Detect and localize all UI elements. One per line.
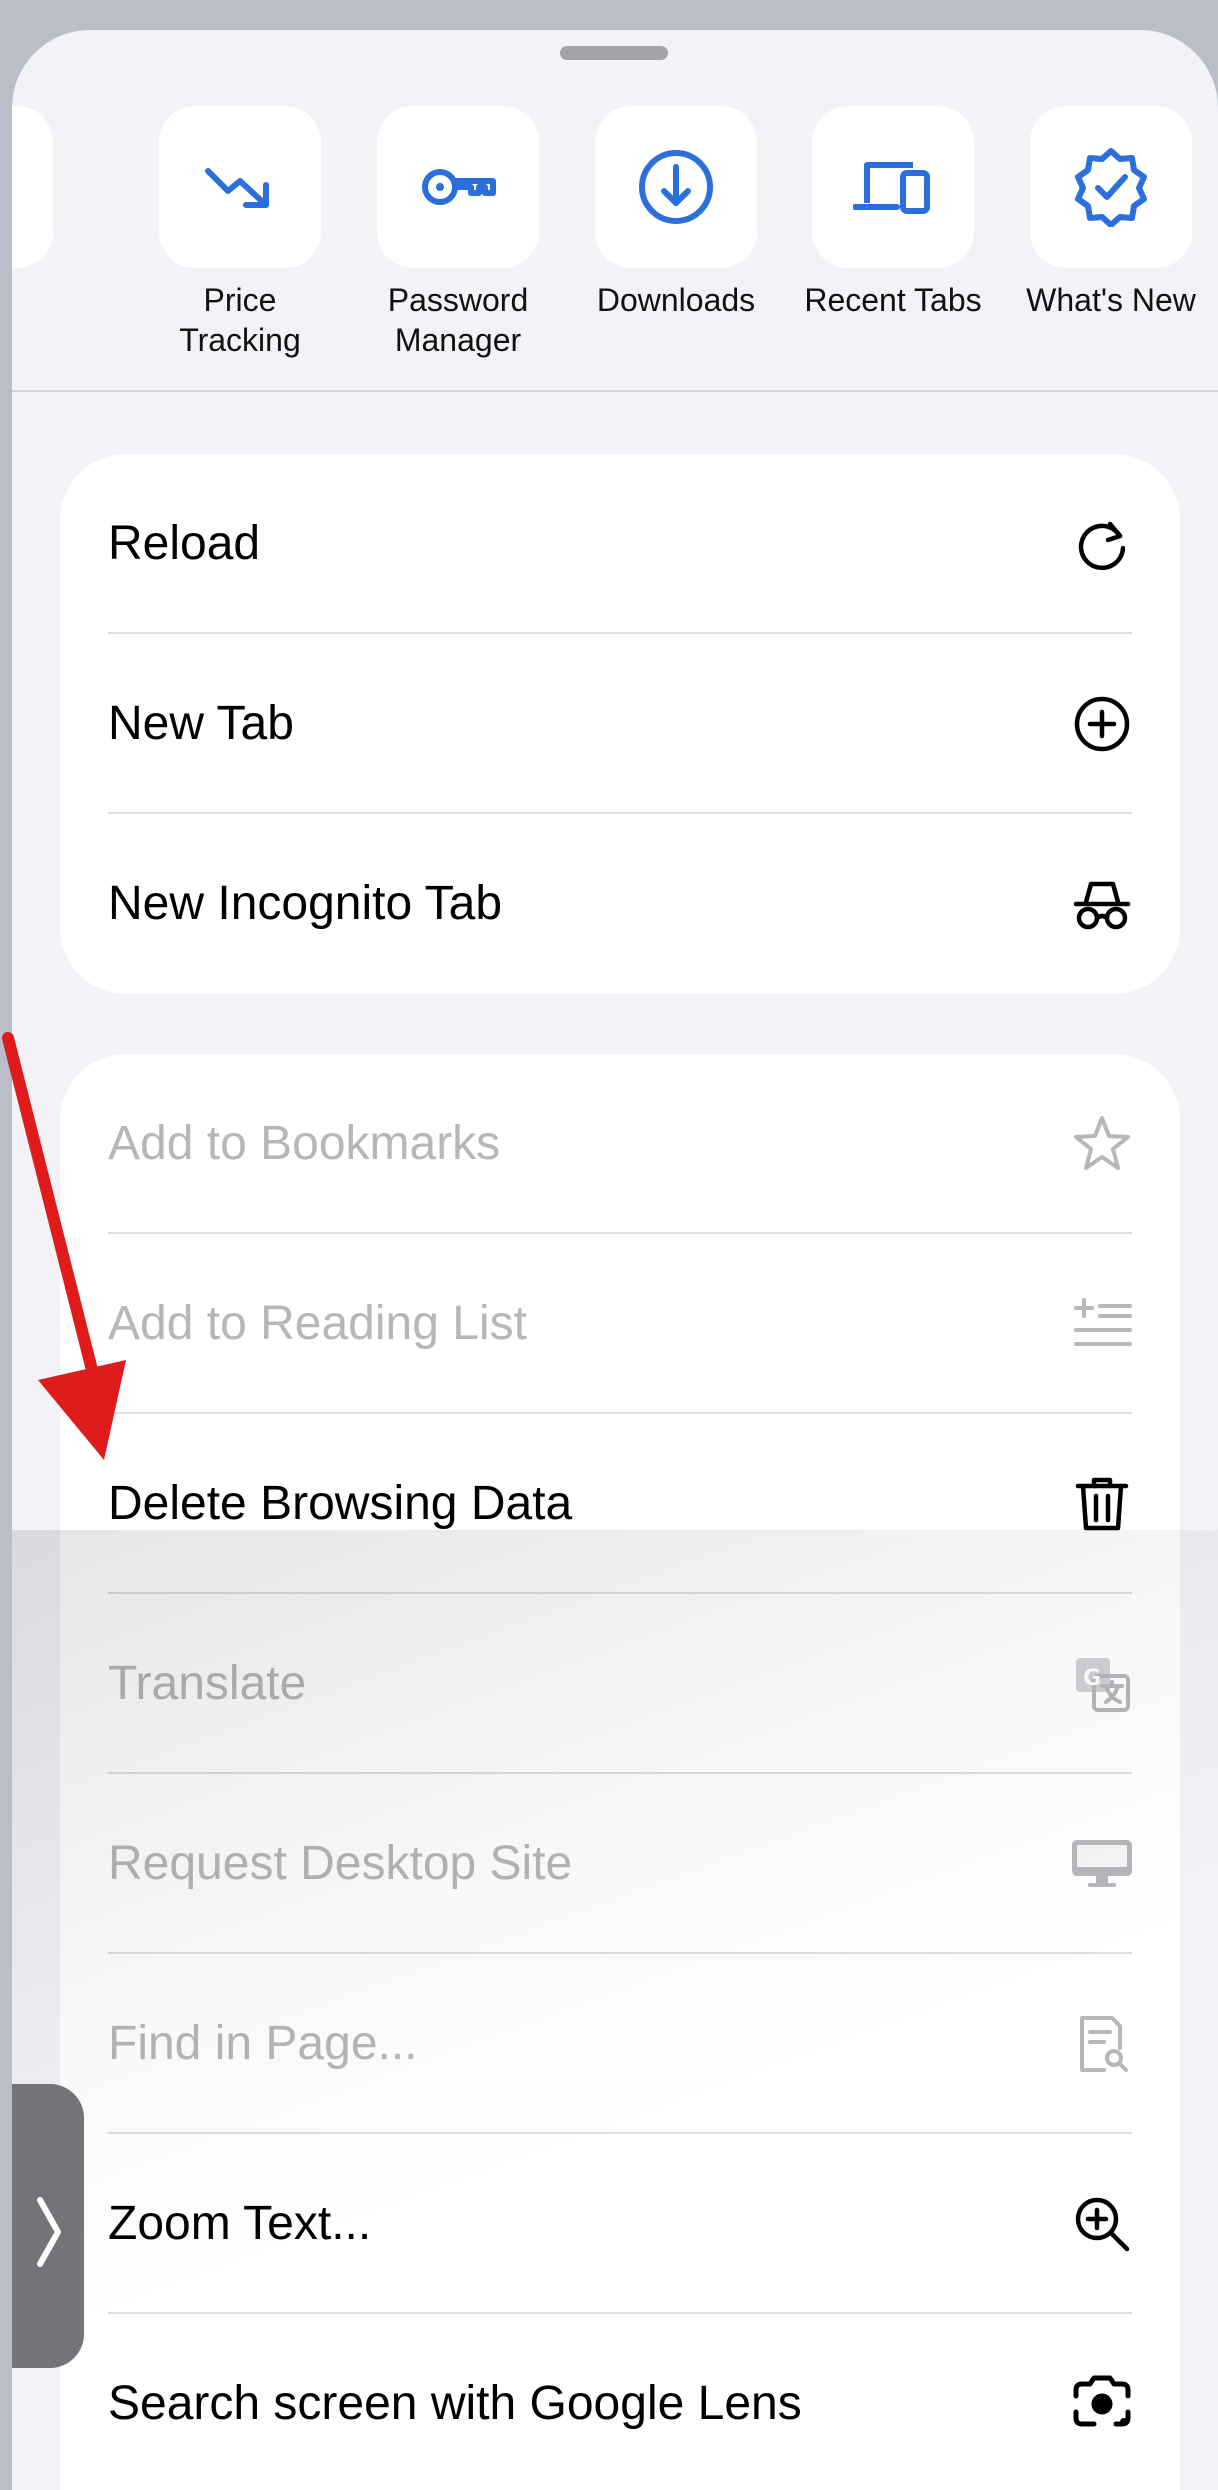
menu-item-translate[interactable]: Translate G	[60, 1594, 1180, 1774]
menu-item-delete-browsing-data[interactable]: Delete Browsing Data	[60, 1414, 1180, 1594]
shortcut-password-manager[interactable]: Password Manager	[338, 106, 578, 360]
menu-item-new-tab[interactable]: New Tab	[60, 634, 1180, 814]
zoom-in-icon	[1075, 2197, 1130, 2252]
menu-item-label: Request Desktop Site	[108, 1837, 573, 1890]
verified-badge-icon	[1075, 148, 1147, 227]
menu-item-label: Find in Page...	[108, 2017, 418, 2070]
menu-item-add-to-reading-list[interactable]: Add to Reading List	[60, 1234, 1180, 1414]
star-icon	[1074, 1116, 1130, 1170]
shortcuts-divider	[12, 390, 1218, 392]
menu-item-label: Add to Reading List	[108, 1297, 527, 1350]
menu-item-add-to-bookmarks[interactable]: Add to Bookmarks	[60, 1054, 1180, 1234]
download-icon	[639, 150, 713, 224]
menu-item-find-in-page[interactable]: Find in Page...	[60, 1954, 1180, 2134]
shortcut-label: Password Manager	[387, 282, 529, 358]
shortcut-recent-tabs[interactable]: Recent Tabs	[773, 106, 1013, 320]
shortcut-tile	[1030, 106, 1192, 268]
menu-item-label: Search screen with Google Lens	[108, 2377, 802, 2430]
shortcut-tile	[812, 106, 974, 268]
menu-item-label: Reload	[108, 517, 261, 570]
lens-camera-icon	[1073, 2375, 1131, 2427]
trash-icon	[1075, 1477, 1129, 1531]
menu-item-label: New Incognito Tab	[108, 877, 503, 930]
shortcut-label: Price Tracking	[179, 282, 301, 358]
find-in-page-icon	[1080, 2016, 1128, 2072]
key-icon	[422, 169, 496, 205]
menu-group-secondary: Add to Bookmarks Add to Reading List Del…	[60, 1054, 1180, 2490]
shortcut-tile	[595, 106, 757, 268]
menu-item-google-lens[interactable]: Search screen with Google Lens	[60, 2314, 1180, 2490]
incognito-icon	[1073, 881, 1131, 930]
menu-item-reload[interactable]: Reload	[60, 454, 1180, 634]
menu-item-label: Zoom Text...	[108, 2197, 372, 2250]
shortcut-price-tracking[interactable]: Price Tracking	[120, 106, 360, 360]
shortcut-whats-new[interactable]: What's New	[991, 106, 1218, 320]
shortcut-label: Recent Tabs	[804, 282, 982, 318]
price-tracking-icon	[205, 168, 269, 208]
desktop-icon	[1072, 1840, 1132, 1887]
sheet-grabber[interactable]	[560, 46, 668, 60]
side-panel-handle[interactable]	[12, 2084, 84, 2368]
annotation-arrow	[2, 1032, 126, 1460]
chevron-right-icon	[37, 2197, 61, 2267]
shortcut-label: tings	[12, 280, 92, 320]
shortcut-tile	[377, 106, 539, 268]
shortcut-label: Downloads	[596, 282, 756, 318]
menu-item-request-desktop-site[interactable]: Request Desktop Site	[60, 1774, 1180, 1954]
shortcut-downloads[interactable]: Downloads	[556, 106, 796, 320]
menu-item-zoom-text[interactable]: Zoom Text...	[60, 2134, 1180, 2314]
menu-item-label: Translate	[108, 1657, 307, 1710]
devices-icon	[853, 162, 930, 214]
shortcut-settings[interactable]: tings	[12, 106, 92, 320]
menu-sheet: tings Price Tracking Password Manager	[12, 30, 1218, 2490]
menu-group-primary: Reload New Tab New Incognito Tab	[60, 454, 1180, 994]
shortcut-label: What's New	[1026, 282, 1196, 318]
plus-circle-icon	[1074, 696, 1130, 752]
reload-icon	[1078, 521, 1126, 571]
reading-list-icon	[1074, 1298, 1132, 1346]
shortcut-tile	[12, 106, 53, 268]
menu-item-label: Delete Browsing Data	[108, 1477, 573, 1530]
menu-item-new-incognito-tab[interactable]: New Incognito Tab	[60, 814, 1180, 994]
svg-text:G: G	[1083, 1666, 1101, 1691]
menu-item-label: New Tab	[108, 697, 294, 750]
translate-icon: G	[1076, 1658, 1130, 1712]
shortcut-tile	[159, 106, 321, 268]
menu-item-label: Add to Bookmarks	[108, 1117, 501, 1170]
